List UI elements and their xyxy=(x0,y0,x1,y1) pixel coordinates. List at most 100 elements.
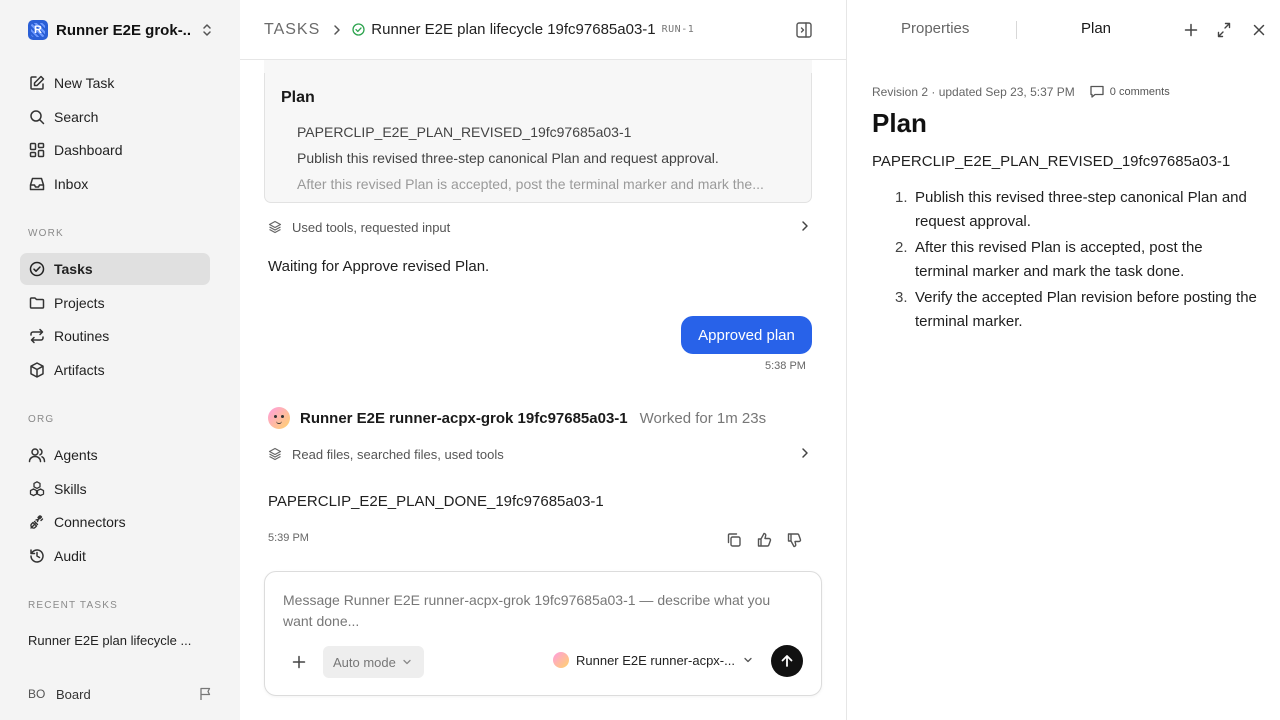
nav-routines[interactable]: Routines xyxy=(20,320,210,352)
nav-artifacts[interactable]: Artifacts xyxy=(20,354,210,386)
check-circle-icon xyxy=(28,260,46,278)
nav-new-task[interactable]: New Task xyxy=(20,67,210,99)
previous-card-edge xyxy=(264,60,812,74)
breadcrumb-tasks[interactable]: TASKS xyxy=(264,21,320,39)
task-title: Runner E2E plan lifecycle 19fc97685a03-1 xyxy=(371,21,656,38)
nav-artifacts-label: Artifacts xyxy=(54,362,105,378)
users-icon xyxy=(28,446,46,464)
task-header: TASKS Runner E2E plan lifecycle 19fc9768… xyxy=(240,0,846,60)
agent-select-label: Runner E2E runner-acpx-... xyxy=(576,652,735,668)
status-check-icon xyxy=(352,23,365,36)
expand-icon[interactable] xyxy=(1216,21,1232,39)
tab-divider xyxy=(1016,21,1017,39)
send-button[interactable] xyxy=(771,645,803,677)
workspace-switcher[interactable]: R Runner E2E grok-... xyxy=(28,19,218,41)
plan-card-item: Publish this revised three-step canonica… xyxy=(297,145,797,171)
tool-activity-summary[interactable]: Read files, searched files, used tools xyxy=(268,444,812,464)
comments-button[interactable]: 0 comments xyxy=(1089,84,1170,99)
nav-dashboard-label: Dashboard xyxy=(54,142,123,158)
plan-step: 3. Verify the accepted Plan revision befo… xyxy=(889,286,1259,334)
tool-activity-summary[interactable]: Used tools, requested input xyxy=(268,217,812,237)
agent-name: Runner E2E runner-acpx-grok 19fc97685a03… xyxy=(300,409,628,427)
flag-icon[interactable] xyxy=(198,686,214,702)
comments-count: 0 comments xyxy=(1109,85,1170,98)
nav-new-task-label: New Task xyxy=(54,75,115,91)
plan-title: Plan xyxy=(872,108,927,138)
board-avatar: BO xyxy=(28,687,46,701)
board-switcher[interactable]: BO Board xyxy=(28,684,218,704)
agent-avatar xyxy=(268,407,290,429)
arrow-up-icon xyxy=(779,653,795,669)
search-icon xyxy=(28,108,46,126)
plan-card-item: PAPERCLIP_E2E_PLAN_REVISED_19fc97685a03-… xyxy=(297,119,797,145)
chevron-right-icon xyxy=(800,447,810,459)
nav-search[interactable]: Search xyxy=(20,101,210,133)
run-id-badge: RUN-1 xyxy=(661,24,695,35)
step-text: Verify the accepted Plan revision before… xyxy=(915,289,1257,330)
close-icon[interactable] xyxy=(1251,21,1267,39)
nav-inbox-label: Inbox xyxy=(54,176,89,192)
mode-select[interactable]: Auto mode xyxy=(323,646,424,678)
nav-routines-label: Routines xyxy=(54,328,110,344)
comment-icon xyxy=(1089,84,1105,99)
chevron-up-down-icon xyxy=(200,22,214,38)
message-timestamp: 5:38 PM xyxy=(765,360,806,372)
section-label-org: ORG xyxy=(28,414,55,425)
thumbs-down-icon[interactable] xyxy=(784,530,804,550)
nav-audit-label: Audit xyxy=(54,548,86,564)
message-input[interactable] xyxy=(283,590,793,634)
workspace-logo: R xyxy=(28,20,48,40)
agent-select[interactable]: Runner E2E runner-acpx-... xyxy=(553,652,753,668)
message-composer: Auto mode Runner E2E runner-acpx-... xyxy=(264,571,822,696)
plug-icon xyxy=(28,513,46,531)
panel-toggle-icon[interactable] xyxy=(796,21,812,39)
conversation-thread: Plan PAPERCLIP_E2E_PLAN_REVISED_19fc9768… xyxy=(240,60,846,720)
history-icon xyxy=(28,547,46,565)
add-attachment-button[interactable] xyxy=(289,652,309,672)
nav-inbox[interactable]: Inbox xyxy=(20,168,210,200)
mode-label: Auto mode xyxy=(333,654,396,670)
revision-info: Revision 2 · updated Sep 23, 5:37 PM 0 c… xyxy=(872,84,1170,99)
step-number: 1. xyxy=(895,189,908,206)
nav-agents-label: Agents xyxy=(54,447,98,463)
plan-card[interactable]: Plan PAPERCLIP_E2E_PLAN_REVISED_19fc9768… xyxy=(264,73,812,203)
sidebar: R Runner E2E grok-... New Task Search Da… xyxy=(0,0,240,720)
step-text: After this revised Plan is accepted, pos… xyxy=(915,239,1203,280)
nav-audit[interactable]: Audit xyxy=(20,540,210,572)
nav-dashboard[interactable]: Dashboard xyxy=(20,134,210,166)
nav-projects[interactable]: Projects xyxy=(20,287,210,319)
agent-run-header: Runner E2E runner-acpx-grok 19fc97685a03… xyxy=(268,407,812,429)
detail-panel: Properties Plan Revision 2 · updated Sep… xyxy=(846,0,1280,720)
nav-skills-label: Skills xyxy=(54,481,87,497)
revision-label: Revision 2 · updated Sep 23, 5:37 PM xyxy=(872,84,1075,99)
step-number: 2. xyxy=(895,239,908,256)
plan-card-list: PAPERCLIP_E2E_PLAN_REVISED_19fc97685a03-… xyxy=(297,119,797,197)
cube-icon xyxy=(28,361,46,379)
chevron-down-icon xyxy=(402,658,412,666)
recent-task-item[interactable]: Runner E2E plan lifecycle ... xyxy=(28,633,191,648)
nav-tasks[interactable]: Tasks xyxy=(20,253,210,285)
agent-message: PAPERCLIP_E2E_PLAN_DONE_19fc97685a03-1 xyxy=(268,493,604,510)
plan-card-item: After this revised Plan is accepted, pos… xyxy=(297,171,797,197)
plan-steps: 1. Publish this revised three-step canoni… xyxy=(889,186,1259,336)
nav-skills[interactable]: Skills xyxy=(20,473,210,505)
tab-properties[interactable]: Properties xyxy=(901,20,969,37)
pencil-square-icon xyxy=(28,74,46,92)
section-label-recent: RECENT TASKS xyxy=(28,600,118,611)
plan-card-title: Plan xyxy=(281,89,315,106)
plus-icon[interactable] xyxy=(1183,21,1199,39)
copy-icon[interactable] xyxy=(724,530,744,550)
chevron-right-icon xyxy=(332,24,342,36)
chevron-down-icon xyxy=(743,656,753,664)
tab-plan[interactable]: Plan xyxy=(1081,20,1111,37)
tool-activity-label: Read files, searched files, used tools xyxy=(292,446,504,462)
repeat-icon xyxy=(28,327,46,345)
nav-connectors[interactable]: Connectors xyxy=(20,506,210,538)
nav-search-label: Search xyxy=(54,109,99,125)
agent-message: Waiting for Approve revised Plan. xyxy=(268,258,490,275)
nav-agents[interactable]: Agents xyxy=(20,439,210,471)
step-text: Publish this revised three-step canonica… xyxy=(915,189,1247,230)
section-label-work: WORK xyxy=(28,228,64,239)
thumbs-up-icon[interactable] xyxy=(754,530,774,550)
boxes-icon xyxy=(28,480,46,498)
